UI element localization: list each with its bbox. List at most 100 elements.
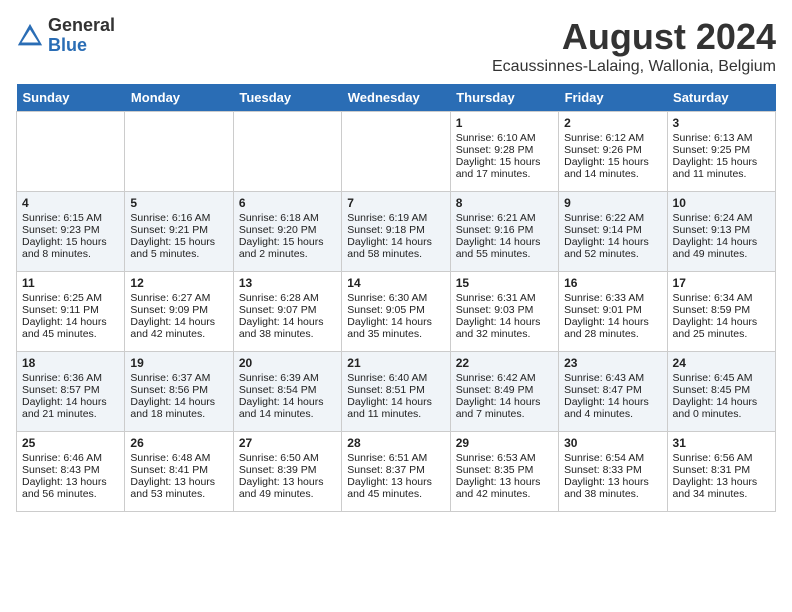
day-info: Sunrise: 6:46 AM [22, 452, 119, 464]
day-number: 4 [22, 196, 119, 210]
day-info: Sunrise: 6:40 AM [347, 372, 444, 384]
day-number: 25 [22, 436, 119, 450]
table-row: 16Sunrise: 6:33 AMSunset: 9:01 PMDayligh… [559, 272, 667, 352]
col-friday: Friday [559, 84, 667, 112]
day-info: Sunrise: 6:18 AM [239, 212, 336, 224]
day-info: Sunrise: 6:48 AM [130, 452, 227, 464]
table-row: 29Sunrise: 6:53 AMSunset: 8:35 PMDayligh… [450, 432, 558, 512]
day-info: Daylight: 14 hours and 0 minutes. [673, 396, 770, 420]
day-info: Daylight: 13 hours and 38 minutes. [564, 476, 661, 500]
day-info: Sunset: 9:26 PM [564, 144, 661, 156]
logo-general: General [48, 16, 115, 36]
day-info: Daylight: 14 hours and 42 minutes. [130, 316, 227, 340]
day-number: 5 [130, 196, 227, 210]
day-number: 2 [564, 116, 661, 130]
day-info: Sunset: 9:14 PM [564, 224, 661, 236]
day-info: Daylight: 15 hours and 11 minutes. [673, 156, 770, 180]
table-row: 11Sunrise: 6:25 AMSunset: 9:11 PMDayligh… [17, 272, 125, 352]
day-info: Sunrise: 6:28 AM [239, 292, 336, 304]
day-info: Sunrise: 6:56 AM [673, 452, 770, 464]
day-info: Sunset: 8:43 PM [22, 464, 119, 476]
table-row [125, 112, 233, 192]
day-info: Sunset: 9:05 PM [347, 304, 444, 316]
table-row [233, 112, 341, 192]
table-row: 27Sunrise: 6:50 AMSunset: 8:39 PMDayligh… [233, 432, 341, 512]
table-row: 6Sunrise: 6:18 AMSunset: 9:20 PMDaylight… [233, 192, 341, 272]
day-number: 20 [239, 356, 336, 370]
page-header: General Blue August 2024 Ecaussinnes-Lal… [16, 16, 776, 76]
day-number: 24 [673, 356, 770, 370]
day-number: 18 [22, 356, 119, 370]
day-number: 19 [130, 356, 227, 370]
day-number: 17 [673, 276, 770, 290]
day-info: Daylight: 15 hours and 17 minutes. [456, 156, 553, 180]
day-info: Daylight: 14 hours and 52 minutes. [564, 236, 661, 260]
table-row: 9Sunrise: 6:22 AMSunset: 9:14 PMDaylight… [559, 192, 667, 272]
calendar-week-row: 11Sunrise: 6:25 AMSunset: 9:11 PMDayligh… [17, 272, 776, 352]
table-row: 31Sunrise: 6:56 AMSunset: 8:31 PMDayligh… [667, 432, 775, 512]
table-row: 5Sunrise: 6:16 AMSunset: 9:21 PMDaylight… [125, 192, 233, 272]
day-number: 1 [456, 116, 553, 130]
day-info: Sunrise: 6:45 AM [673, 372, 770, 384]
day-info: Daylight: 14 hours and 18 minutes. [130, 396, 227, 420]
table-row [17, 112, 125, 192]
calendar-week-row: 1Sunrise: 6:10 AMSunset: 9:28 PMDaylight… [17, 112, 776, 192]
day-info: Sunrise: 6:36 AM [22, 372, 119, 384]
table-row: 7Sunrise: 6:19 AMSunset: 9:18 PMDaylight… [342, 192, 450, 272]
day-number: 3 [673, 116, 770, 130]
logo-blue: Blue [48, 36, 115, 56]
table-row: 3Sunrise: 6:13 AMSunset: 9:25 PMDaylight… [667, 112, 775, 192]
table-row: 30Sunrise: 6:54 AMSunset: 8:33 PMDayligh… [559, 432, 667, 512]
logo: General Blue [16, 16, 115, 56]
day-info: Sunset: 8:39 PM [239, 464, 336, 476]
table-row: 13Sunrise: 6:28 AMSunset: 9:07 PMDayligh… [233, 272, 341, 352]
day-number: 8 [456, 196, 553, 210]
day-info: Daylight: 15 hours and 2 minutes. [239, 236, 336, 260]
calendar-week-row: 4Sunrise: 6:15 AMSunset: 9:23 PMDaylight… [17, 192, 776, 272]
col-saturday: Saturday [667, 84, 775, 112]
table-row: 28Sunrise: 6:51 AMSunset: 8:37 PMDayligh… [342, 432, 450, 512]
day-info: Daylight: 14 hours and 32 minutes. [456, 316, 553, 340]
day-info: Sunset: 8:37 PM [347, 464, 444, 476]
table-row: 8Sunrise: 6:21 AMSunset: 9:16 PMDaylight… [450, 192, 558, 272]
day-info: Daylight: 14 hours and 14 minutes. [239, 396, 336, 420]
col-wednesday: Wednesday [342, 84, 450, 112]
table-row: 18Sunrise: 6:36 AMSunset: 8:57 PMDayligh… [17, 352, 125, 432]
day-number: 6 [239, 196, 336, 210]
day-info: Daylight: 14 hours and 11 minutes. [347, 396, 444, 420]
day-info: Sunrise: 6:39 AM [239, 372, 336, 384]
day-info: Sunset: 8:33 PM [564, 464, 661, 476]
calendar-header: Sunday Monday Tuesday Wednesday Thursday… [17, 84, 776, 112]
col-thursday: Thursday [450, 84, 558, 112]
col-sunday: Sunday [17, 84, 125, 112]
day-number: 21 [347, 356, 444, 370]
day-info: Daylight: 14 hours and 58 minutes. [347, 236, 444, 260]
table-row: 2Sunrise: 6:12 AMSunset: 9:26 PMDaylight… [559, 112, 667, 192]
day-info: Sunset: 9:03 PM [456, 304, 553, 316]
day-number: 9 [564, 196, 661, 210]
table-row: 14Sunrise: 6:30 AMSunset: 9:05 PMDayligh… [342, 272, 450, 352]
day-number: 12 [130, 276, 227, 290]
day-info: Sunset: 8:41 PM [130, 464, 227, 476]
table-row: 23Sunrise: 6:43 AMSunset: 8:47 PMDayligh… [559, 352, 667, 432]
day-info: Daylight: 14 hours and 4 minutes. [564, 396, 661, 420]
day-info: Sunrise: 6:50 AM [239, 452, 336, 464]
table-row: 12Sunrise: 6:27 AMSunset: 9:09 PMDayligh… [125, 272, 233, 352]
day-number: 15 [456, 276, 553, 290]
day-info: Sunset: 8:49 PM [456, 384, 553, 396]
table-row: 22Sunrise: 6:42 AMSunset: 8:49 PMDayligh… [450, 352, 558, 432]
table-row: 26Sunrise: 6:48 AMSunset: 8:41 PMDayligh… [125, 432, 233, 512]
day-info: Daylight: 15 hours and 5 minutes. [130, 236, 227, 260]
day-number: 22 [456, 356, 553, 370]
logo-text: General Blue [48, 16, 115, 56]
day-info: Sunset: 9:13 PM [673, 224, 770, 236]
day-info: Daylight: 14 hours and 28 minutes. [564, 316, 661, 340]
day-info: Daylight: 13 hours and 34 minutes. [673, 476, 770, 500]
day-info: Sunrise: 6:24 AM [673, 212, 770, 224]
table-row: 10Sunrise: 6:24 AMSunset: 9:13 PMDayligh… [667, 192, 775, 272]
calendar-week-row: 18Sunrise: 6:36 AMSunset: 8:57 PMDayligh… [17, 352, 776, 432]
day-info: Sunrise: 6:30 AM [347, 292, 444, 304]
day-info: Sunrise: 6:19 AM [347, 212, 444, 224]
table-row: 20Sunrise: 6:39 AMSunset: 8:54 PMDayligh… [233, 352, 341, 432]
day-number: 28 [347, 436, 444, 450]
